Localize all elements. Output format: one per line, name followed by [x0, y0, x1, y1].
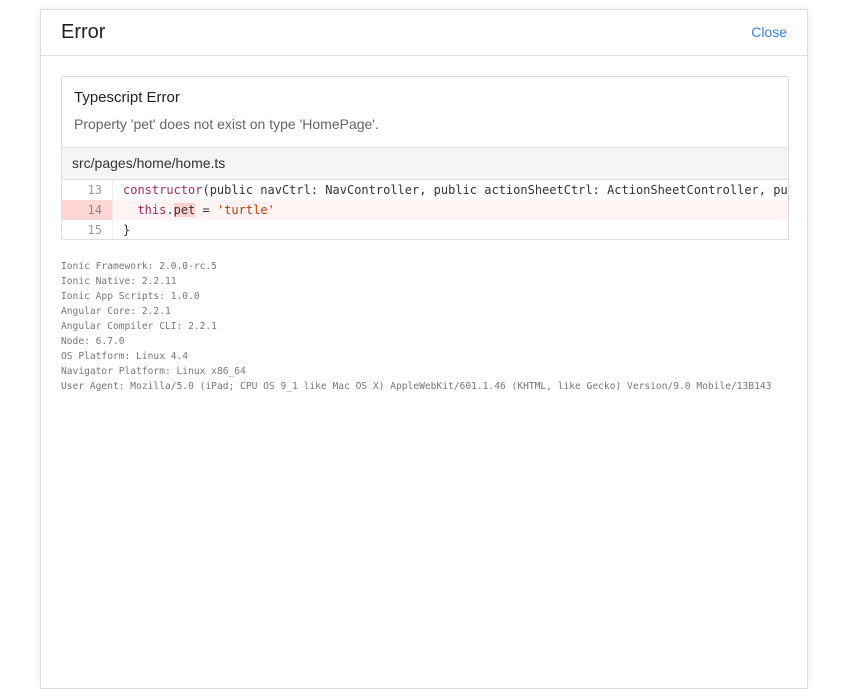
error-type: Typescript Error	[74, 89, 180, 106]
info-line: Navigator Platform: Linux x86_64	[61, 366, 246, 377]
code-text: }	[123, 223, 131, 237]
code-line: 15 }	[62, 220, 788, 239]
info-line: Ionic Framework: 2.0.0-rc.5	[61, 261, 217, 272]
error-message: Property 'pet' does not exist on type 'H…	[74, 116, 379, 132]
error-modal: Error Close Typescript Error Property 'p…	[40, 9, 808, 689]
modal-title: Error	[61, 21, 106, 43]
system-info: Ionic Framework: 2.0.0-rc.5 Ionic Native…	[61, 259, 789, 394]
code-line: 13 constructor(public navCtrl: NavContro…	[62, 180, 788, 200]
info-line: OS Platform: Linux 4.4	[61, 351, 189, 362]
error-panel: Typescript Error Property 'pet' does not…	[61, 76, 789, 240]
code-snippet: 13 constructor(public navCtrl: NavContro…	[62, 180, 788, 239]
modal-header: Error Close	[41, 10, 807, 56]
line-number: 14	[62, 200, 113, 220]
file-path-bar: src/pages/home/home.ts	[62, 148, 788, 180]
code-text: this.pet = 'turtle'	[137, 203, 275, 217]
line-number: 15	[62, 220, 113, 239]
line-number: 13	[62, 180, 113, 200]
info-line: User Agent: Mozilla/5.0 (iPad; CPU OS 9_…	[61, 381, 772, 392]
info-line: Ionic Native: 2.2.11	[61, 276, 177, 287]
file-path: src/pages/home/home.ts	[72, 155, 226, 171]
code-line-error: 14 this.pet = 'turtle'	[62, 200, 788, 220]
info-line: Angular Core: 2.2.1	[61, 306, 171, 317]
info-line: Angular Compiler CLI: 2.2.1	[61, 321, 217, 332]
close-button[interactable]: Close	[751, 24, 787, 40]
error-header: Typescript Error Property 'pet' does not…	[62, 77, 788, 148]
code-text: constructor(public navCtrl: NavControlle…	[123, 183, 788, 197]
info-line: Node: 6.7.0	[61, 336, 125, 347]
info-line: Ionic App Scripts: 1.0.0	[61, 291, 200, 302]
